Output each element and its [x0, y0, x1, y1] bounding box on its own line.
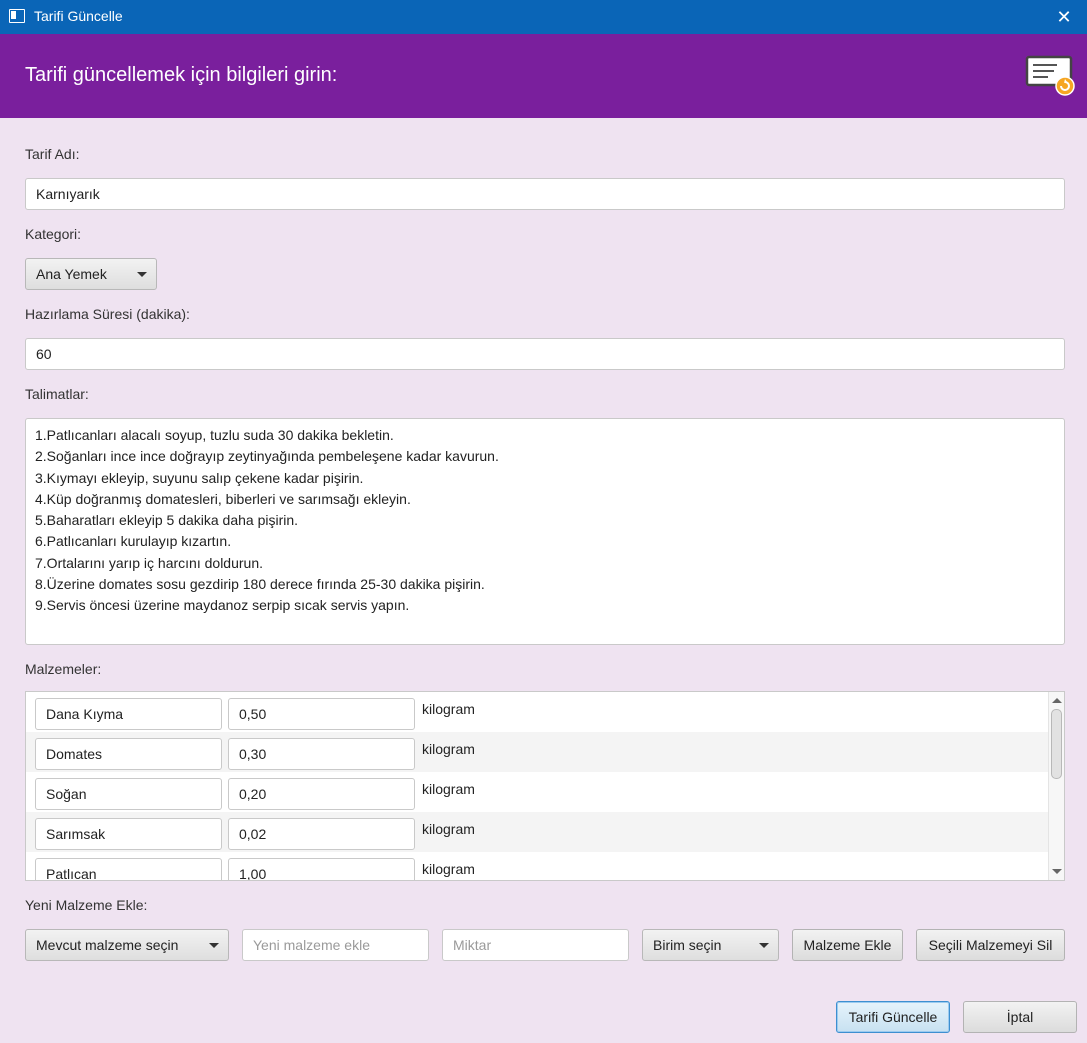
ingredient-row[interactable]: Domates 0,30 kilogram	[26, 732, 1048, 772]
prep-time-label: Hazırlama Süresi (dakika):	[25, 306, 190, 322]
ingredient-amount-field[interactable]: 0,02	[228, 818, 415, 850]
header-banner: Tarifi güncellemek için bilgileri girin:	[0, 34, 1087, 118]
instruction-line: 3.Kıymayı ekleyip, suyunu salıp çekene k…	[35, 469, 364, 486]
ingredient-row[interactable]: Dana Kıyma 0,50 kilogram	[26, 692, 1048, 732]
instruction-line: 1.Patlıcanları alacalı soyup, tuzlu suda…	[35, 427, 394, 443]
ingredient-amount-field[interactable]: 0,30	[228, 738, 415, 770]
app-window-icon	[9, 9, 25, 23]
existing-ingredient-select[interactable]: Mevcut malzeme seçin	[25, 929, 229, 961]
chevron-down-icon	[759, 943, 769, 948]
instructions-textarea[interactable]: 1.Patlıcanları alacalı soyup, tuzlu suda…	[25, 418, 1065, 645]
ingredient-unit: kilogram	[422, 861, 475, 877]
window-title: Tarifi Güncelle	[34, 8, 123, 24]
category-label: Kategori:	[25, 226, 82, 242]
close-icon[interactable]: ✕	[1041, 0, 1087, 34]
existing-ingredient-select-value: Mevcut malzeme seçin	[36, 937, 179, 953]
instruction-line: 8.Üzerine domates sosu gezdirip 180 dere…	[35, 576, 485, 593]
chevron-down-icon	[209, 943, 219, 948]
ingredients-label: Malzemeler:	[25, 661, 102, 677]
unit-select[interactable]: Birim seçin	[642, 929, 779, 961]
scroll-down-icon[interactable]	[1052, 869, 1062, 874]
instruction-line: 7.Ortalarını yarıp iç harcını doldurun.	[35, 554, 263, 571]
instruction-line: 2.Soğanları ince ince doğrayıp zeytinyağ…	[35, 448, 499, 465]
instruction-line: 5.Baharatları ekleyip 5 dakika daha pişi…	[35, 512, 299, 529]
scrollbar-thumb[interactable]	[1051, 709, 1062, 779]
amount-input[interactable]: Miktar	[442, 929, 629, 961]
ingredient-amount-field[interactable]: 0,50	[228, 698, 415, 730]
new-ingredient-label: Yeni Malzeme Ekle:	[25, 897, 148, 913]
window-titlebar: Tarifi Güncelle ✕	[0, 0, 1087, 34]
delete-selected-ingredient-button[interactable]: Seçili Malzemeyi Sil	[916, 929, 1065, 961]
scroll-up-icon[interactable]	[1052, 698, 1062, 703]
ingredient-unit: kilogram	[422, 821, 475, 837]
ingredient-unit: kilogram	[422, 701, 475, 717]
ingredient-amount-field[interactable]: 1,00	[228, 858, 415, 880]
new-ingredient-input[interactable]: Yeni malzeme ekle	[242, 929, 429, 961]
unit-select-value: Birim seçin	[653, 937, 722, 953]
ingredient-row[interactable]: Patlıcan 1,00 kilogram	[26, 852, 1048, 880]
prep-time-input[interactable]: 60	[25, 338, 1065, 370]
recipe-name-label: Tarif Adı:	[25, 146, 80, 162]
ingredient-row[interactable]: Sarımsak 0,02 kilogram	[26, 812, 1048, 852]
ingredient-row[interactable]: Soğan 0,20 kilogram	[26, 772, 1048, 812]
cancel-button[interactable]: İptal	[963, 1001, 1077, 1033]
ingredients-list[interactable]: Dana Kıyma 0,50 kilogram Domates 0,30 ki…	[25, 691, 1065, 881]
ingredient-name-field[interactable]: Dana Kıyma	[35, 698, 222, 730]
ingredient-name-field[interactable]: Patlıcan	[35, 858, 222, 880]
ingredient-unit: kilogram	[422, 781, 475, 797]
category-select[interactable]: Ana Yemek	[25, 258, 157, 290]
instruction-line: 9.Servis öncesi üzerine maydanoz serpip …	[35, 597, 410, 614]
recipe-name-input[interactable]: Karnıyarık	[25, 178, 1065, 210]
ingredients-scrollbar[interactable]	[1048, 692, 1064, 880]
chevron-down-icon	[137, 272, 147, 277]
ingredient-name-field[interactable]: Sarımsak	[35, 818, 222, 850]
instruction-line: 4.Küp doğranmış domatesleri, biberleri v…	[35, 490, 411, 507]
ingredient-name-field[interactable]: Domates	[35, 738, 222, 770]
category-select-value: Ana Yemek	[36, 266, 107, 282]
add-ingredient-button[interactable]: Malzeme Ekle	[792, 929, 903, 961]
ingredient-name-field[interactable]: Soğan	[35, 778, 222, 810]
instructions-label: Talimatlar:	[25, 386, 89, 402]
instruction-line: 6.Patlıcanları kurulayıp kızartın.	[35, 533, 232, 550]
ingredient-unit: kilogram	[422, 741, 475, 757]
document-edit-icon	[1025, 55, 1075, 96]
update-recipe-button[interactable]: Tarifi Güncelle	[836, 1001, 950, 1033]
header-heading: Tarifi güncellemek için bilgileri girin:	[25, 64, 338, 86]
ingredient-amount-field[interactable]: 0,20	[228, 778, 415, 810]
